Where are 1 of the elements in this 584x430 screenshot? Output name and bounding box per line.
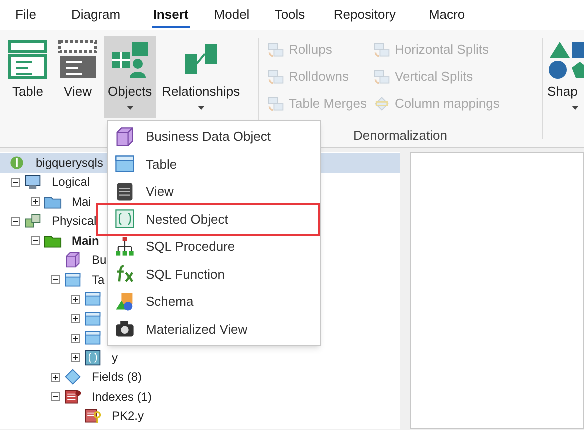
group-label: Denormalization (354, 128, 448, 143)
